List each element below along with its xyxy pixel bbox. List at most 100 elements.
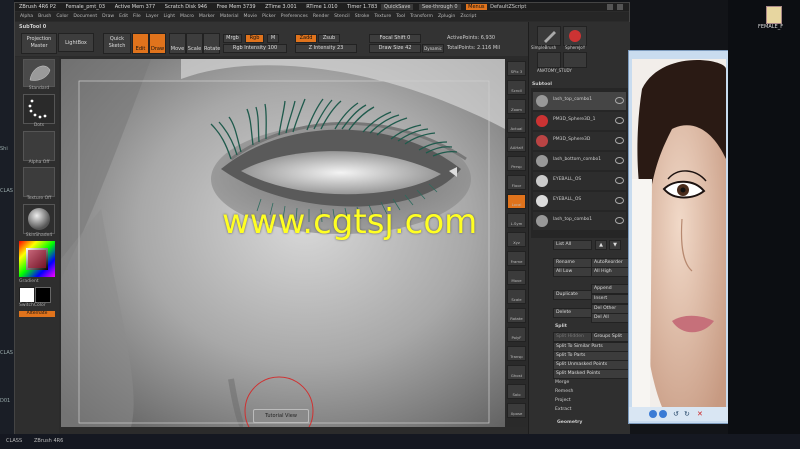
shelf-button[interactable]: Scale: [507, 289, 526, 304]
dynamic-button[interactable]: Dynamic: [422, 44, 444, 53]
groups-split-button[interactable]: Groups Split: [591, 332, 630, 342]
all-low-button[interactable]: All Low: [553, 267, 592, 277]
split-masked-button[interactable]: Split Masked Points: [553, 369, 630, 379]
tool-thumbnail[interactable]: [537, 26, 561, 46]
texture-thumbnail[interactable]: [23, 167, 55, 197]
shelf-button[interactable]: Floor: [507, 175, 526, 190]
menu-item[interactable]: Document: [73, 14, 97, 19]
menu-item[interactable]: Texture: [374, 14, 391, 19]
menu-item[interactable]: Render: [313, 14, 329, 19]
shelf-button[interactable]: PolyF: [507, 327, 526, 342]
split-hidden-button[interactable]: Split Hidden: [553, 332, 592, 342]
tool-thumbnail[interactable]: [563, 52, 587, 68]
delete-button[interactable]: Delete: [553, 308, 592, 318]
alternate-button[interactable]: Alternate: [19, 311, 55, 317]
eye-icon[interactable]: [615, 157, 624, 164]
shelf-button[interactable]: Solo: [507, 384, 526, 399]
rgb-intensity-slider[interactable]: Rgb Intensity 100: [223, 44, 287, 53]
stroke-thumbnail[interactable]: [23, 94, 55, 124]
m-button[interactable]: M: [267, 34, 279, 43]
menu-item[interactable]: File: [133, 14, 141, 19]
zadd-button[interactable]: Zadd: [295, 34, 317, 43]
tool-thumbnail[interactable]: [537, 52, 561, 68]
shelf-button[interactable]: Scroll: [507, 80, 526, 95]
rotate-button[interactable]: Rotate: [203, 33, 220, 54]
geometry-section[interactable]: Geometry: [557, 420, 582, 425]
menu-item[interactable]: Macro: [180, 14, 194, 19]
menu-item[interactable]: Alpha: [20, 14, 33, 19]
arrow-up-icon[interactable]: ▲: [595, 240, 607, 250]
shelf-button[interactable]: SPix 3: [507, 61, 526, 76]
draw-size-slider[interactable]: Draw Size 42: [369, 44, 421, 53]
z-intensity-slider[interactable]: Z Intensity 23: [295, 44, 357, 53]
eye-icon[interactable]: [615, 217, 624, 224]
shelf-button[interactable]: Local: [507, 194, 526, 209]
subtool-item[interactable]: lash_top_combo1: [533, 92, 626, 110]
shelf-button[interactable]: L.Sym: [507, 213, 526, 228]
minimize-icon[interactable]: [607, 4, 613, 10]
alpha-thumbnail[interactable]: [23, 131, 55, 161]
menu-item[interactable]: Movie: [243, 14, 257, 19]
menu-item[interactable]: Layer: [146, 14, 159, 19]
list-all-button[interactable]: List All: [553, 240, 592, 250]
folder-icon[interactable]: [766, 6, 782, 24]
shelf-button[interactable]: Actual: [507, 118, 526, 133]
rotate-left-icon[interactable]: ↺: [673, 410, 681, 418]
move-button[interactable]: Move: [169, 33, 186, 54]
draw-button[interactable]: Draw: [149, 33, 166, 54]
mrgb-button[interactable]: Mrgb: [223, 34, 242, 43]
focal-shift-slider[interactable]: Focal Shift 0: [369, 34, 421, 43]
shelf-button[interactable]: Ghost: [507, 365, 526, 380]
close-icon[interactable]: [617, 4, 623, 10]
secondary-color-swatch[interactable]: [35, 287, 51, 303]
taskbar-item[interactable]: CLASS: [6, 438, 22, 444]
menus-button[interactable]: Menus: [466, 4, 487, 10]
menu-item[interactable]: Edit: [119, 14, 128, 19]
quick-sketch-button[interactable]: Quick Sketch: [103, 33, 131, 54]
zsub-button[interactable]: Zsub: [318, 34, 340, 43]
brush-thumbnail[interactable]: [23, 59, 55, 87]
default-zscript-button[interactable]: DefaultZScript: [488, 4, 528, 10]
arrow-down-icon[interactable]: ▼: [609, 240, 621, 250]
rotate-right-icon[interactable]: ↻: [684, 410, 692, 418]
menu-item[interactable]: Tool: [396, 14, 405, 19]
subtool-item[interactable]: PM3D_Sphere3D: [533, 132, 626, 150]
eye-icon[interactable]: [615, 97, 624, 104]
tutorial-view-hint[interactable]: Tutorial View: [253, 409, 309, 423]
menu-item[interactable]: Draw: [102, 14, 114, 19]
tool-thumbnail[interactable]: [563, 26, 587, 46]
switchcolor-label[interactable]: SwitchColor: [19, 303, 59, 308]
taskbar-item[interactable]: ZBrush 4R6: [34, 438, 63, 444]
see-through-slider[interactable]: See-through 0: [419, 4, 461, 10]
extract-section[interactable]: Extract: [555, 407, 571, 412]
menu-item[interactable]: Zplugin: [438, 14, 455, 19]
remesh-section[interactable]: Remesh: [555, 389, 573, 394]
delete-icon[interactable]: ✕: [697, 410, 705, 418]
menu-item[interactable]: Marker: [199, 14, 215, 19]
next-icon[interactable]: [659, 410, 667, 418]
eye-icon[interactable]: [615, 177, 624, 184]
del-all-button[interactable]: Del All: [591, 313, 630, 323]
menu-item[interactable]: Color: [56, 14, 68, 19]
menu-item[interactable]: Brush: [38, 14, 51, 19]
insert-button[interactable]: Insert: [591, 294, 630, 304]
project-section[interactable]: Project: [555, 398, 571, 403]
duplicate-button[interactable]: Duplicate: [553, 290, 592, 300]
split-header[interactable]: Split: [555, 324, 567, 329]
main-color-swatch[interactable]: [19, 287, 35, 303]
subtool-item[interactable]: EYEBALL_OS: [533, 172, 626, 190]
color-picker[interactable]: [19, 241, 55, 277]
append-button[interactable]: Append: [591, 284, 630, 294]
subtool-item[interactable]: lash_bottom_combo1: [533, 152, 626, 170]
merge-section[interactable]: Merge: [555, 380, 569, 385]
shelf-button[interactable]: Xpose: [507, 403, 526, 418]
shelf-button[interactable]: Xyz: [507, 232, 526, 247]
eye-icon[interactable]: [615, 117, 624, 124]
menu-item[interactable]: Picker: [262, 14, 276, 19]
quicksave-button[interactable]: QuickSave: [381, 4, 414, 10]
scale-button[interactable]: Scale: [186, 33, 203, 54]
all-high-button[interactable]: All High: [591, 267, 630, 277]
subtool-item[interactable]: lash_top_combo1: [533, 212, 626, 230]
shelf-button[interactable]: Zoom: [507, 99, 526, 114]
shelf-button[interactable]: Transp: [507, 346, 526, 361]
